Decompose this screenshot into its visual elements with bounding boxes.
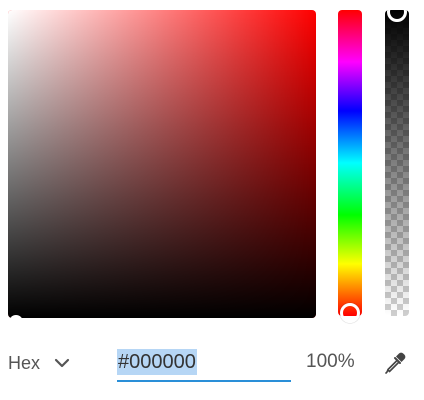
opacity-value[interactable]: 100% <box>306 351 355 373</box>
hex-input[interactable]: #000000 <box>117 349 197 375</box>
hue-thumb[interactable] <box>340 303 360 323</box>
hex-input-field[interactable]: #000000 <box>117 346 291 382</box>
eyedropper-icon[interactable] <box>382 350 408 376</box>
color-controls-row: Hex #000000 100% <box>0 340 424 388</box>
color-mode-select[interactable]: Hex <box>8 350 70 376</box>
brightness-gradient <box>8 10 316 318</box>
chevron-down-icon <box>54 355 70 371</box>
saturation-brightness-field[interactable] <box>8 10 316 318</box>
alpha-gradient <box>385 10 409 316</box>
color-mode-label: Hex <box>8 352 41 373</box>
hue-slider[interactable] <box>338 10 362 323</box>
color-picker: Hex #000000 100% <box>0 0 424 400</box>
alpha-slider[interactable] <box>385 10 409 316</box>
